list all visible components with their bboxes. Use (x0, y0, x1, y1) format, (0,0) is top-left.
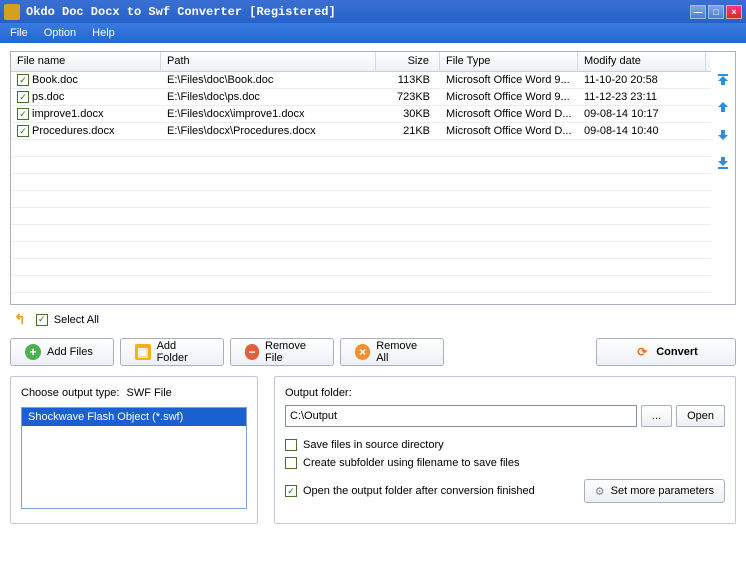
subfolder-label: Create subfolder using filename to save … (303, 457, 519, 469)
table-row (11, 293, 711, 304)
clear-icon: × (355, 344, 370, 360)
header-modifydate[interactable]: Modify date (578, 52, 706, 71)
header-size[interactable]: Size (376, 52, 440, 71)
menu-help[interactable]: Help (88, 25, 119, 41)
up-folder-icon[interactable]: ↰ (14, 311, 26, 328)
open-folder-button[interactable]: Open (676, 405, 725, 427)
cell-type: Microsoft Office Word D... (440, 124, 578, 138)
save-source-checkbox[interactable] (285, 439, 297, 451)
table-row (11, 157, 711, 174)
header-path[interactable]: Path (161, 52, 376, 71)
table-row[interactable]: ✓Book.doc E:\Files\doc\Book.doc113KBMicro… (11, 72, 711, 89)
save-source-label: Save files in source directory (303, 439, 444, 451)
cell-filename: improve1.docx (32, 108, 104, 120)
cell-path: E:\Files\doc\Book.doc (161, 73, 376, 87)
window-title: Okdo Doc Docx to Swf Converter [Register… (26, 5, 688, 19)
maximize-button[interactable]: □ (708, 5, 724, 19)
table-row (11, 208, 711, 225)
row-checkbox[interactable]: ✓ (17, 125, 29, 137)
table-row (11, 276, 711, 293)
table-row (11, 225, 711, 242)
convert-icon: ⟳ (634, 344, 650, 360)
move-up-icon[interactable] (714, 98, 732, 116)
open-after-checkbox[interactable]: ✓ (285, 485, 297, 497)
subfolder-checkbox[interactable] (285, 457, 297, 469)
table-row (11, 242, 711, 259)
select-all-label: Select All (54, 314, 99, 326)
add-folder-button[interactable]: ▣Add Folder (120, 338, 224, 366)
convert-button[interactable]: ⟳Convert (596, 338, 736, 366)
folder-icon: ▣ (135, 344, 151, 360)
cell-filename: Book.doc (32, 74, 78, 86)
cell-path: E:\Files\doc\ps.doc (161, 90, 376, 104)
cell-date: 09-08-14 10:40 (578, 124, 706, 138)
file-list: File name Path Size File Type Modify dat… (10, 51, 736, 305)
move-top-icon[interactable] (714, 70, 732, 88)
select-all-checkbox[interactable]: ✓ (36, 314, 48, 326)
cell-type: Microsoft Office Word 9... (440, 90, 578, 104)
cell-size: 723KB (376, 90, 440, 104)
titlebar: Okdo Doc Docx to Swf Converter [Register… (0, 0, 746, 23)
menu-file[interactable]: File (6, 25, 32, 41)
header-filetype[interactable]: File Type (440, 52, 578, 71)
add-files-button[interactable]: +Add Files (10, 338, 114, 366)
remove-all-button[interactable]: ×Remove All (340, 338, 444, 366)
table-row (11, 259, 711, 276)
output-type-list[interactable]: Shockwave Flash Object (*.swf) (21, 407, 247, 509)
remove-file-button[interactable]: −Remove File (230, 338, 334, 366)
header-filename[interactable]: File name (11, 52, 161, 71)
menubar: File Option Help (0, 23, 746, 43)
cell-size: 113KB (376, 73, 440, 87)
reorder-buttons (711, 52, 735, 304)
move-down-icon[interactable] (714, 126, 732, 144)
open-after-label: Open the output folder after conversion … (303, 485, 535, 497)
row-checkbox[interactable]: ✓ (17, 91, 29, 103)
table-row (11, 140, 711, 157)
output-type-value: SWF File (127, 387, 172, 399)
plus-icon: + (25, 344, 41, 360)
set-more-parameters-button[interactable]: ⚙ Set more parameters (584, 479, 725, 503)
output-folder-panel: Output folder: ... Open Save files in so… (274, 376, 736, 524)
output-type-option[interactable]: Shockwave Flash Object (*.swf) (22, 408, 246, 426)
output-folder-input[interactable] (285, 405, 637, 427)
row-checkbox[interactable]: ✓ (17, 74, 29, 86)
cell-filename: ps.doc (32, 91, 64, 103)
cell-type: Microsoft Office Word 9... (440, 73, 578, 87)
cell-date: 11-10-20 20:58 (578, 73, 706, 87)
table-row[interactable]: ✓ps.doc E:\Files\doc\ps.doc723KBMicrosoft… (11, 89, 711, 106)
close-button[interactable]: × (726, 5, 742, 19)
table-row (11, 174, 711, 191)
menu-option[interactable]: Option (40, 25, 80, 41)
minus-icon: − (245, 344, 259, 360)
table-row[interactable]: ✓improve1.docx E:\Files\docx\improve1.doc… (11, 106, 711, 123)
cell-size: 30KB (376, 107, 440, 121)
table-row (11, 191, 711, 208)
cell-path: E:\Files\docx\improve1.docx (161, 107, 376, 121)
cell-path: E:\Files\docx\Procedures.docx (161, 124, 376, 138)
row-checkbox[interactable]: ✓ (17, 108, 29, 120)
cell-date: 11-12-23 23:11 (578, 90, 706, 104)
minimize-button[interactable]: — (690, 5, 706, 19)
cell-type: Microsoft Office Word D... (440, 107, 578, 121)
cell-size: 21KB (376, 124, 440, 138)
app-icon (4, 4, 20, 20)
table-row[interactable]: ✓Procedures.docx E:\Files\docx\Procedures… (11, 123, 711, 140)
table-header: File name Path Size File Type Modify dat… (11, 52, 711, 72)
move-bottom-icon[interactable] (714, 154, 732, 172)
output-folder-label: Output folder: (285, 387, 725, 399)
browse-button[interactable]: ... (641, 405, 672, 427)
gear-icon: ⚙ (595, 485, 605, 498)
cell-date: 09-08-14 10:17 (578, 107, 706, 121)
cell-filename: Procedures.docx (32, 125, 115, 137)
choose-output-type-label: Choose output type: (21, 387, 119, 399)
output-type-panel: Choose output type: SWF File Shockwave F… (10, 376, 258, 524)
